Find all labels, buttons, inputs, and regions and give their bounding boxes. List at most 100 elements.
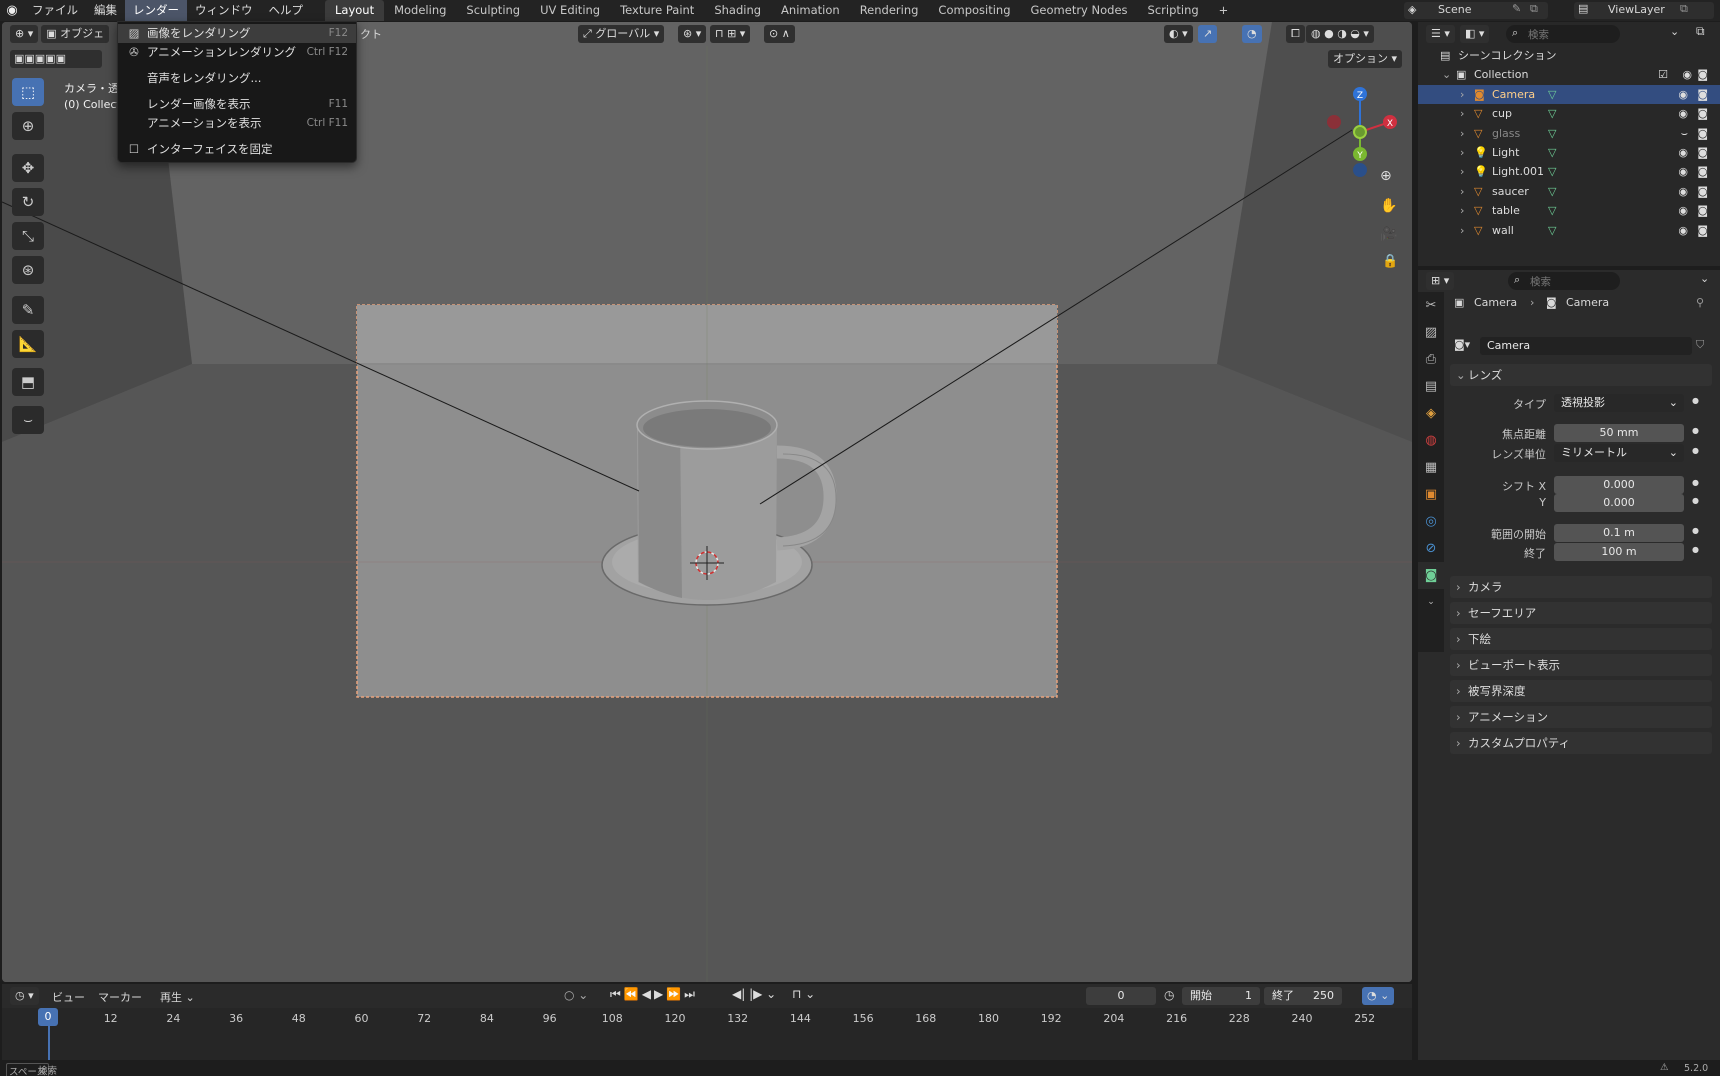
keyframe-dot-icon[interactable]: ● xyxy=(1692,545,1699,554)
eye-icon[interactable]: ◉ xyxy=(1678,162,1688,181)
lock-icon[interactable]: 🔒 xyxy=(1382,254,1398,269)
transform-orientation-dropdown[interactable]: ⤢ グローバル ▾ xyxy=(578,25,665,43)
modifier-data-icon[interactable]: ▽ xyxy=(1548,182,1556,201)
camera-restrict-icon[interactable]: ◙ xyxy=(1697,143,1708,162)
eye-icon[interactable]: ◉ xyxy=(1682,65,1692,84)
physics-tab-icon[interactable]: ◎ xyxy=(1418,508,1444,535)
overlay-toggle[interactable]: ◔ xyxy=(1242,25,1262,43)
data-browse-icon[interactable]: ◙▾ xyxy=(1454,338,1470,351)
3d-viewport[interactable]: ⊕ ▾ ▣ オブジェ クト ⤢ グローバル ▾ ⊛ ▾ ⊓ ⊞ ▾ ⊙ ∧ ◐ … xyxy=(2,22,1412,982)
shift-x-field[interactable]: 0.000 xyxy=(1554,476,1684,494)
checkbox-icon[interactable]: ☐ xyxy=(126,140,142,159)
camera-restrict-icon[interactable]: ◙ xyxy=(1697,221,1708,240)
view-layer-selector[interactable]: ▤ ViewLayer ⧉ xyxy=(1574,2,1714,19)
gizmo-toggle[interactable]: ↗ xyxy=(1198,25,1218,43)
camera-restrict-icon[interactable]: ◙ xyxy=(1697,104,1708,123)
blender-logo-icon[interactable]: ◉ xyxy=(0,3,24,18)
proportional-edit-toggle[interactable]: ⊙ ∧ xyxy=(764,25,795,43)
new-view-layer-icon[interactable]: ⧉ xyxy=(1680,2,1688,16)
eye-icon[interactable]: ◉ xyxy=(1678,104,1688,123)
viewport-scene[interactable] xyxy=(2,22,1412,982)
clip-end-field[interactable]: 100 m xyxy=(1554,543,1684,561)
shift-y-field[interactable]: 0.000 xyxy=(1554,494,1684,512)
pivot-dropdown[interactable]: ⊛ ▾ xyxy=(678,25,707,43)
object-menu-fragment[interactable]: クト xyxy=(360,26,382,42)
camera-restrict-icon[interactable]: ◙ xyxy=(1697,85,1708,104)
tab-animation[interactable]: Animation xyxy=(771,0,850,21)
props-editor-type[interactable]: ⊞ ▾ xyxy=(1426,272,1455,290)
render-tab-icon[interactable]: ▨ xyxy=(1418,319,1444,346)
select-mode-buttons[interactable]: ▣▣▣▣▣ xyxy=(10,50,102,68)
expand-chevron-icon[interactable]: › xyxy=(1460,85,1464,104)
camera-restrict-icon[interactable]: ◙ xyxy=(1697,124,1708,143)
tab-scripting[interactable]: Scripting xyxy=(1138,0,1209,21)
expand-chevron-icon[interactable]: › xyxy=(1460,162,1464,181)
filter-icon[interactable]: ⌄ xyxy=(1670,25,1679,38)
visibility-dropdown[interactable]: ◐ ▾ xyxy=(1164,25,1193,43)
menu-window[interactable]: ウィンドウ xyxy=(187,0,261,21)
expand-chevron-icon[interactable]: ⌄ xyxy=(1442,65,1451,84)
eye-icon[interactable]: ◉ xyxy=(1678,201,1688,220)
pin-icon[interactable]: ⚲ xyxy=(1696,296,1704,309)
modifier-data-icon[interactable]: ▽ xyxy=(1548,104,1556,123)
lens-type-dropdown[interactable]: 透視投影 ⌄ xyxy=(1554,394,1684,412)
breadcrumb-data[interactable]: Camera xyxy=(1566,296,1609,309)
outliner-row-table[interactable]: › ▽ table ▽ ◉ ◙ xyxy=(1418,201,1720,220)
expand-chevron-icon[interactable]: › xyxy=(1460,104,1464,123)
view-layer-tab-icon[interactable]: ▤ xyxy=(1418,373,1444,400)
camera-view-icon[interactable]: 🎥 xyxy=(1380,226,1397,242)
select-box-tool[interactable]: ⬚ xyxy=(12,78,44,106)
expand-chevron-icon[interactable]: › xyxy=(1460,124,1464,143)
transform-tool[interactable]: ⊛ xyxy=(12,256,44,284)
menu-edit[interactable]: 編集 xyxy=(86,0,125,21)
object-tab-icon[interactable]: ▣ xyxy=(1418,481,1444,508)
camera-data-tab-icon[interactable]: ◙ xyxy=(1418,562,1444,589)
keyframe-dot-icon[interactable]: ● xyxy=(1692,496,1699,505)
output-tab-icon[interactable]: ⎙ xyxy=(1418,346,1444,373)
focal-length-field[interactable]: 50 mm xyxy=(1554,424,1684,442)
outliner-search-input[interactable]: ⌕ 検索 xyxy=(1506,25,1620,43)
keyframe-dot-icon[interactable]: ● xyxy=(1692,478,1699,487)
outliner-row-cup[interactable]: › ▽ cup ▽ ◉ ◙ xyxy=(1418,104,1720,123)
new-scene-icon[interactable]: ⧉ xyxy=(1530,2,1538,16)
camera-restrict-icon[interactable]: ◙ xyxy=(1697,182,1708,201)
collection-row[interactable]: ⌄ ▣ Collection ☑ ◉ ◙ xyxy=(1418,65,1720,84)
tab-shading[interactable]: Shading xyxy=(704,0,771,21)
scale-tool[interactable]: ⤡ xyxy=(12,222,44,250)
tool-tab-icon[interactable]: ✂ xyxy=(1418,292,1444,319)
collection-checkbox-icon[interactable]: ☑ xyxy=(1658,65,1668,84)
tab-modeling[interactable]: Modeling xyxy=(384,0,456,21)
expand-chevron-icon[interactable]: › xyxy=(1460,221,1464,240)
modifier-data-icon[interactable]: ▽ xyxy=(1548,143,1556,162)
measure-tool[interactable]: 📐 xyxy=(12,330,44,358)
outliner-row-camera[interactable]: › ◙ Camera ▽ ◉ ◙ xyxy=(1418,84,1720,105)
tab-rendering[interactable]: Rendering xyxy=(850,0,929,21)
modifier-data-icon[interactable]: ▽ xyxy=(1548,201,1556,220)
uv-tool[interactable]: ⌣ xyxy=(12,406,44,434)
panel-header-2[interactable]: › 下絵 xyxy=(1450,628,1712,650)
breadcrumb-object[interactable]: Camera xyxy=(1474,296,1517,309)
render-audio-item[interactable]: 音声をレンダリング... xyxy=(118,69,356,88)
outliner-row-light[interactable]: › 💡 Light ▽ ◉ ◙ xyxy=(1418,143,1720,162)
panel-header-5[interactable]: › アニメーション xyxy=(1450,706,1712,728)
tab-layout[interactable]: Layout xyxy=(325,0,385,21)
lens-unit-dropdown[interactable]: ミリメートル ⌄ xyxy=(1554,444,1684,462)
keyframe-dot-icon[interactable]: ● xyxy=(1692,396,1699,405)
pin-icon[interactable]: ✎ xyxy=(1512,2,1521,15)
props-options-icon[interactable]: ⌄ xyxy=(1700,272,1709,285)
add-workspace-button[interactable]: + xyxy=(1209,0,1239,21)
eye-icon[interactable]: ◉ xyxy=(1678,143,1688,162)
zoom-icon[interactable]: ⊕ xyxy=(1380,168,1392,184)
expand-chevron-icon[interactable]: › xyxy=(1460,201,1464,220)
eye-icon[interactable]: ◉ xyxy=(1678,221,1688,240)
editor-type-button[interactable]: ⊕ ▾ xyxy=(10,25,39,43)
expand-chevron-icon[interactable]: › xyxy=(1460,143,1464,162)
camera-restrict-icon[interactable]: ◙ xyxy=(1697,162,1708,181)
cursor-tool[interactable]: ⊕ xyxy=(12,112,44,140)
keyframe-dot-icon[interactable]: ● xyxy=(1692,426,1699,435)
panel-header-0[interactable]: › カメラ xyxy=(1450,576,1712,598)
camera-data-name-field[interactable]: Camera xyxy=(1480,337,1692,355)
tab-texture-paint[interactable]: Texture Paint xyxy=(610,0,704,21)
camera-restrict-icon[interactable]: ◙ xyxy=(1697,201,1708,220)
modifier-data-icon[interactable]: ▽ xyxy=(1548,85,1556,104)
